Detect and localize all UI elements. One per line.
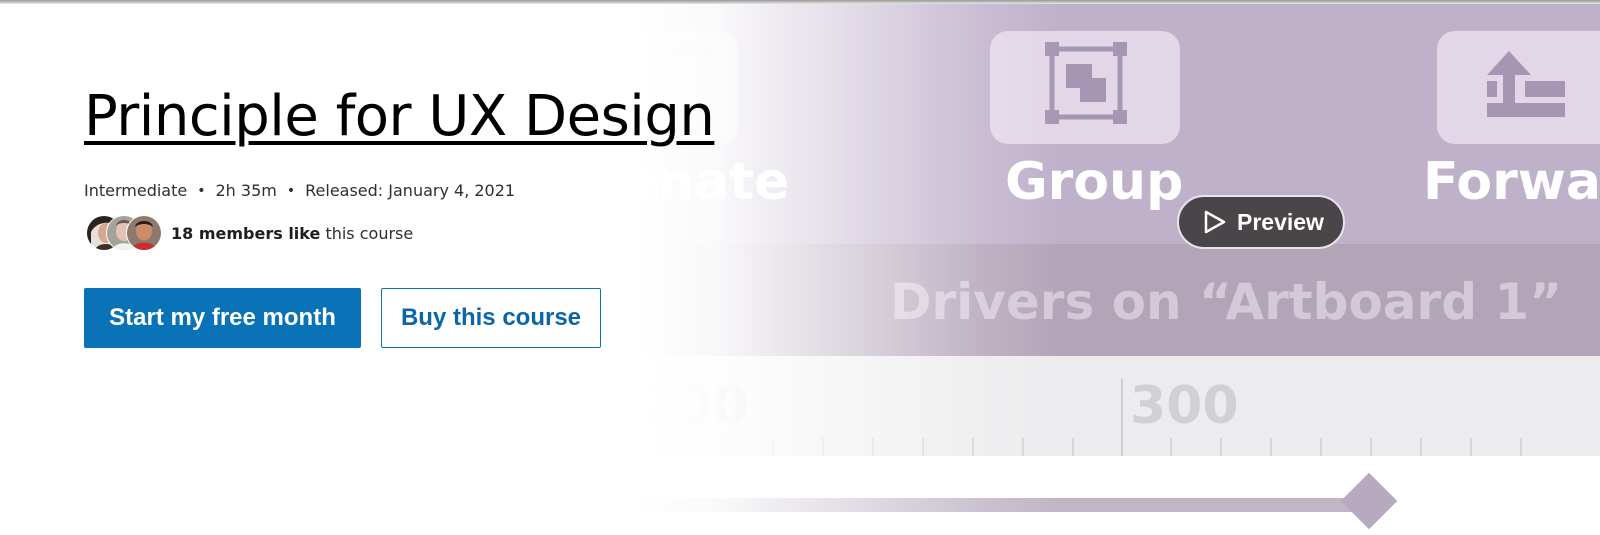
ruler-tick [1420,438,1422,456]
ruler-tick [1170,438,1172,456]
play-icon [1204,210,1226,234]
preview-button-label: Preview [1237,208,1324,235]
top-divider [0,0,1600,4]
course-level: Intermediate [84,181,188,200]
ruler-tick [1470,438,1472,456]
meta-separator: • [197,182,206,199]
avatar [126,215,162,251]
ruler-tick [1520,438,1522,456]
ruler-tick [1320,438,1322,456]
course-meta: Intermediate • 2h 35m • Released: Januar… [84,181,515,200]
course-release-date: Released: January 4, 2021 [305,181,516,200]
members-suffix: this course [320,223,414,243]
forward-label: Forwa [1423,152,1600,212]
ruler-tick [1072,438,1074,456]
ruler-tick [1370,438,1372,456]
buy-course-button[interactable]: Buy this course [381,288,601,348]
bring-forward-tile [1437,31,1600,144]
bring-forward-icon [1487,51,1565,117]
member-avatars [86,215,162,251]
course-preview-image[interactable]: mate Group Forwa Drivers on “Artboard 1”… [640,4,1600,535]
ruler-tick [1220,438,1222,456]
members-like-text: 18 members like this course [171,224,413,243]
preview-button[interactable]: Preview [1177,195,1345,249]
start-free-month-button[interactable]: Start my free month [84,288,361,348]
meta-separator: • [286,182,296,199]
ruler-tick [1270,438,1272,456]
course-title[interactable]: Principle for UX Design [84,86,715,148]
ruler-major-tick [1121,378,1123,456]
ruler-mark-300: 300 [1130,376,1239,436]
members-count: 18 members like [171,223,321,243]
members-like: 18 members like this course [86,215,413,251]
course-duration: 2h 35m [215,181,277,200]
